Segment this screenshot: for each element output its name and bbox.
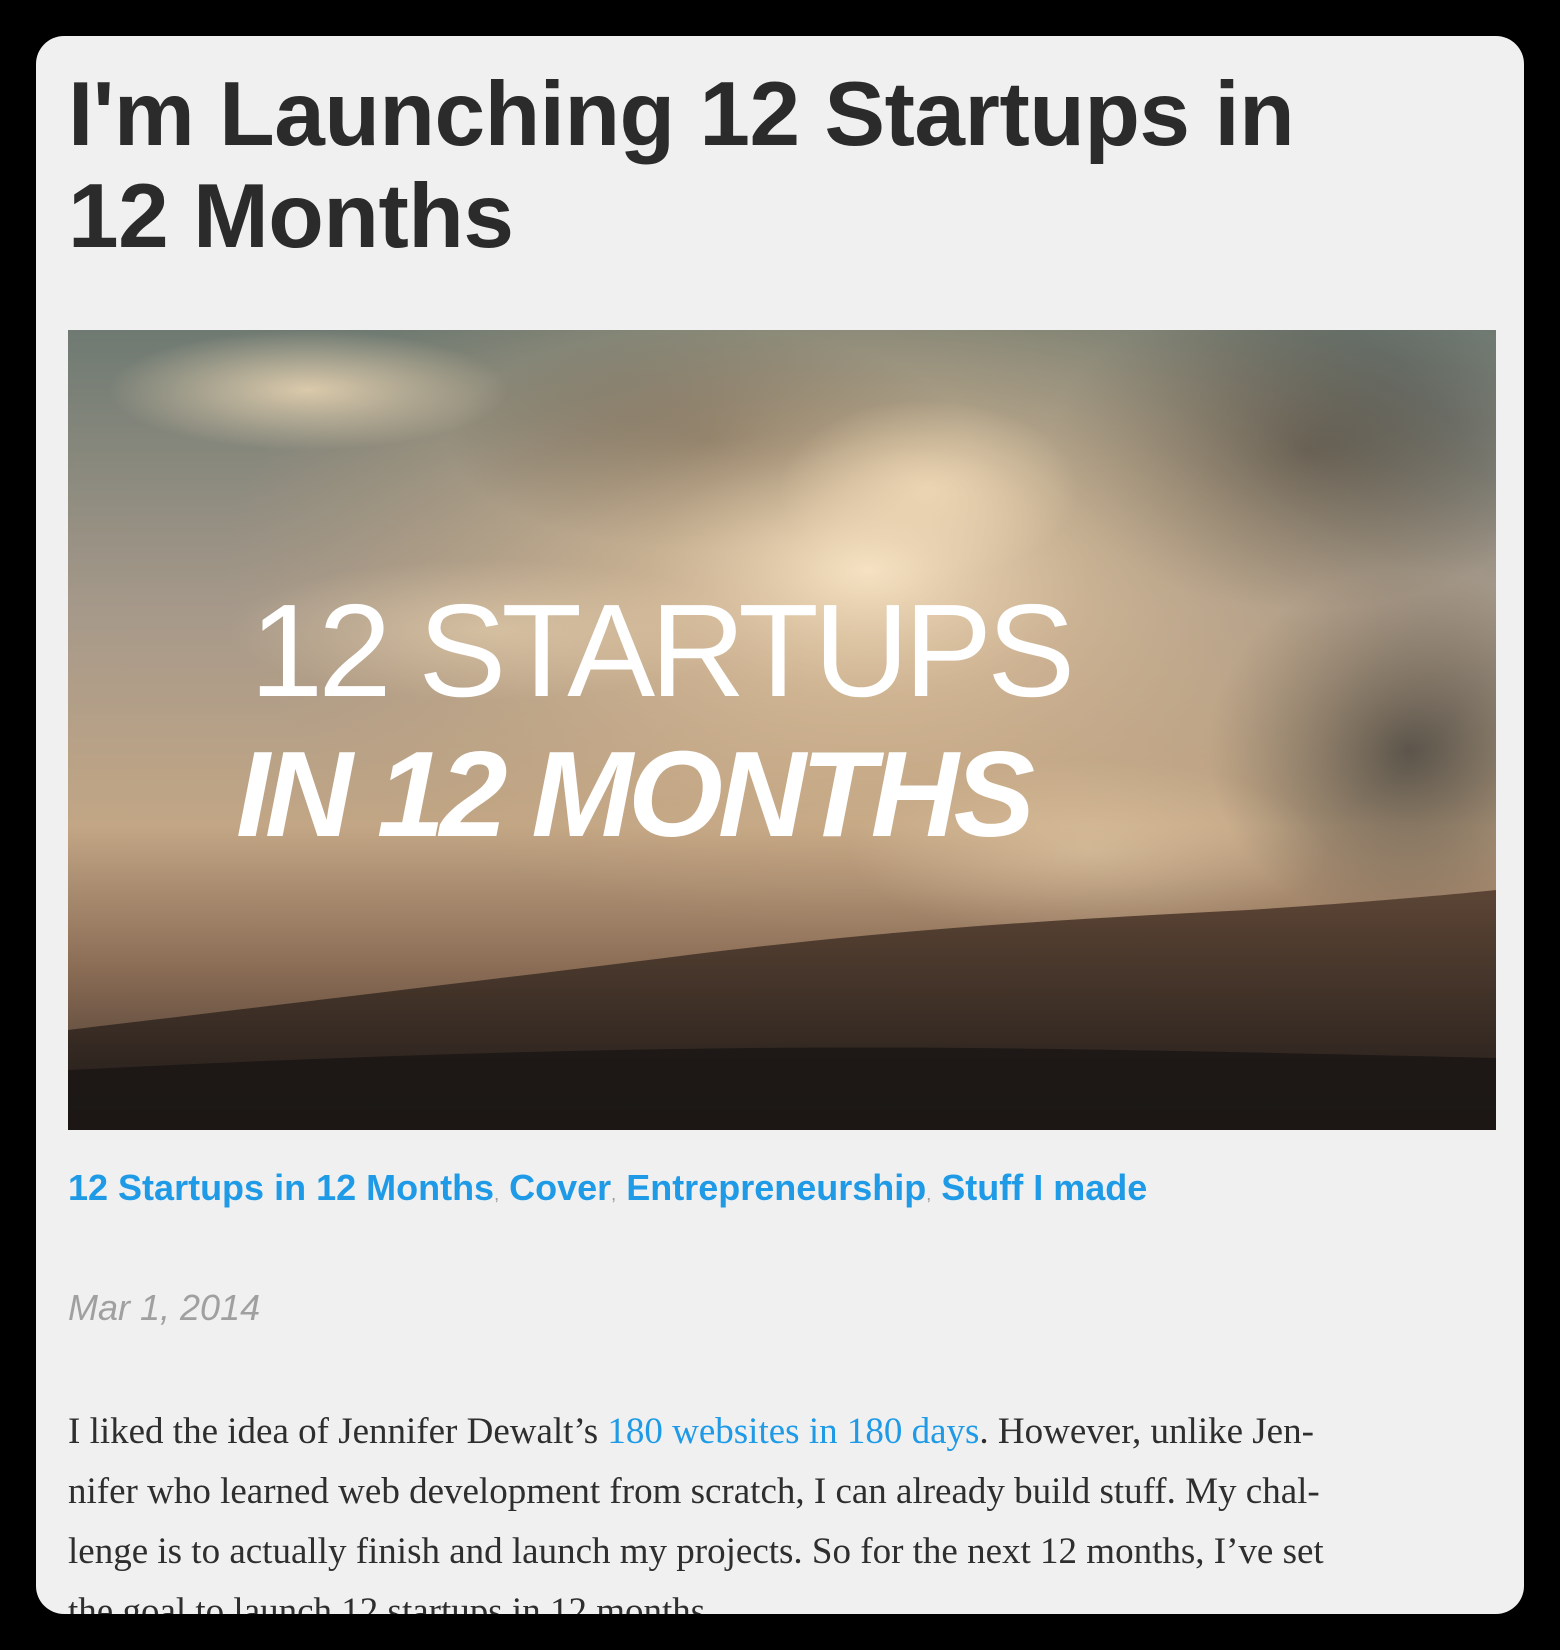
hero-image[interactable]: 12 STARTUPS IN 12 MONTHS	[68, 330, 1496, 1130]
tag-cover[interactable]: Cover	[509, 1167, 611, 1208]
body-line1-before: I liked the idea of Jennifer Dewalt’s	[68, 1411, 608, 1452]
body-line2: nifer who learned web development from s…	[68, 1471, 1320, 1512]
hero-text-line1: 12 STARTUPS	[250, 577, 1070, 724]
body-line3: lenge is to actually finish and launch m…	[68, 1531, 1324, 1572]
tag-list: 12 Startups in 12 Months, Cover, Entrepr…	[68, 1166, 1147, 1216]
tag-separator: ,	[611, 1184, 617, 1204]
article-body: I liked the idea of Jennifer Dewalt’s 18…	[68, 1402, 1498, 1614]
tag-stuff-i-made[interactable]: Stuff I made	[941, 1167, 1147, 1208]
tag-entrepreneurship[interactable]: Entrepreneurship	[626, 1167, 926, 1208]
article-title-line2: 12 Months	[68, 166, 514, 267]
tag-12-startups[interactable]: 12 Startups in 12 Months	[68, 1167, 494, 1208]
post-date: Mar 1, 2014	[68, 1287, 261, 1328]
hero-text-line2: IN 12 MONTHS	[236, 726, 1035, 862]
tag-separator: ,	[494, 1184, 500, 1204]
article-title: I'm Launching 12 Startups in 12 Months	[68, 64, 1498, 268]
article-card: I'm Launching 12 Startups in 12 Months 1…	[36, 36, 1524, 1614]
article-title-line1: I'm Launching 12 Startups in	[68, 64, 1295, 165]
body-line1-after: . However, unlike Jen-	[979, 1411, 1314, 1452]
body-line4: the goal to launch 12 startups in 12 mon…	[68, 1591, 715, 1614]
tag-separator: ,	[926, 1184, 932, 1204]
link-180-websites[interactable]: 180 websites in 180 days	[607, 1411, 979, 1452]
